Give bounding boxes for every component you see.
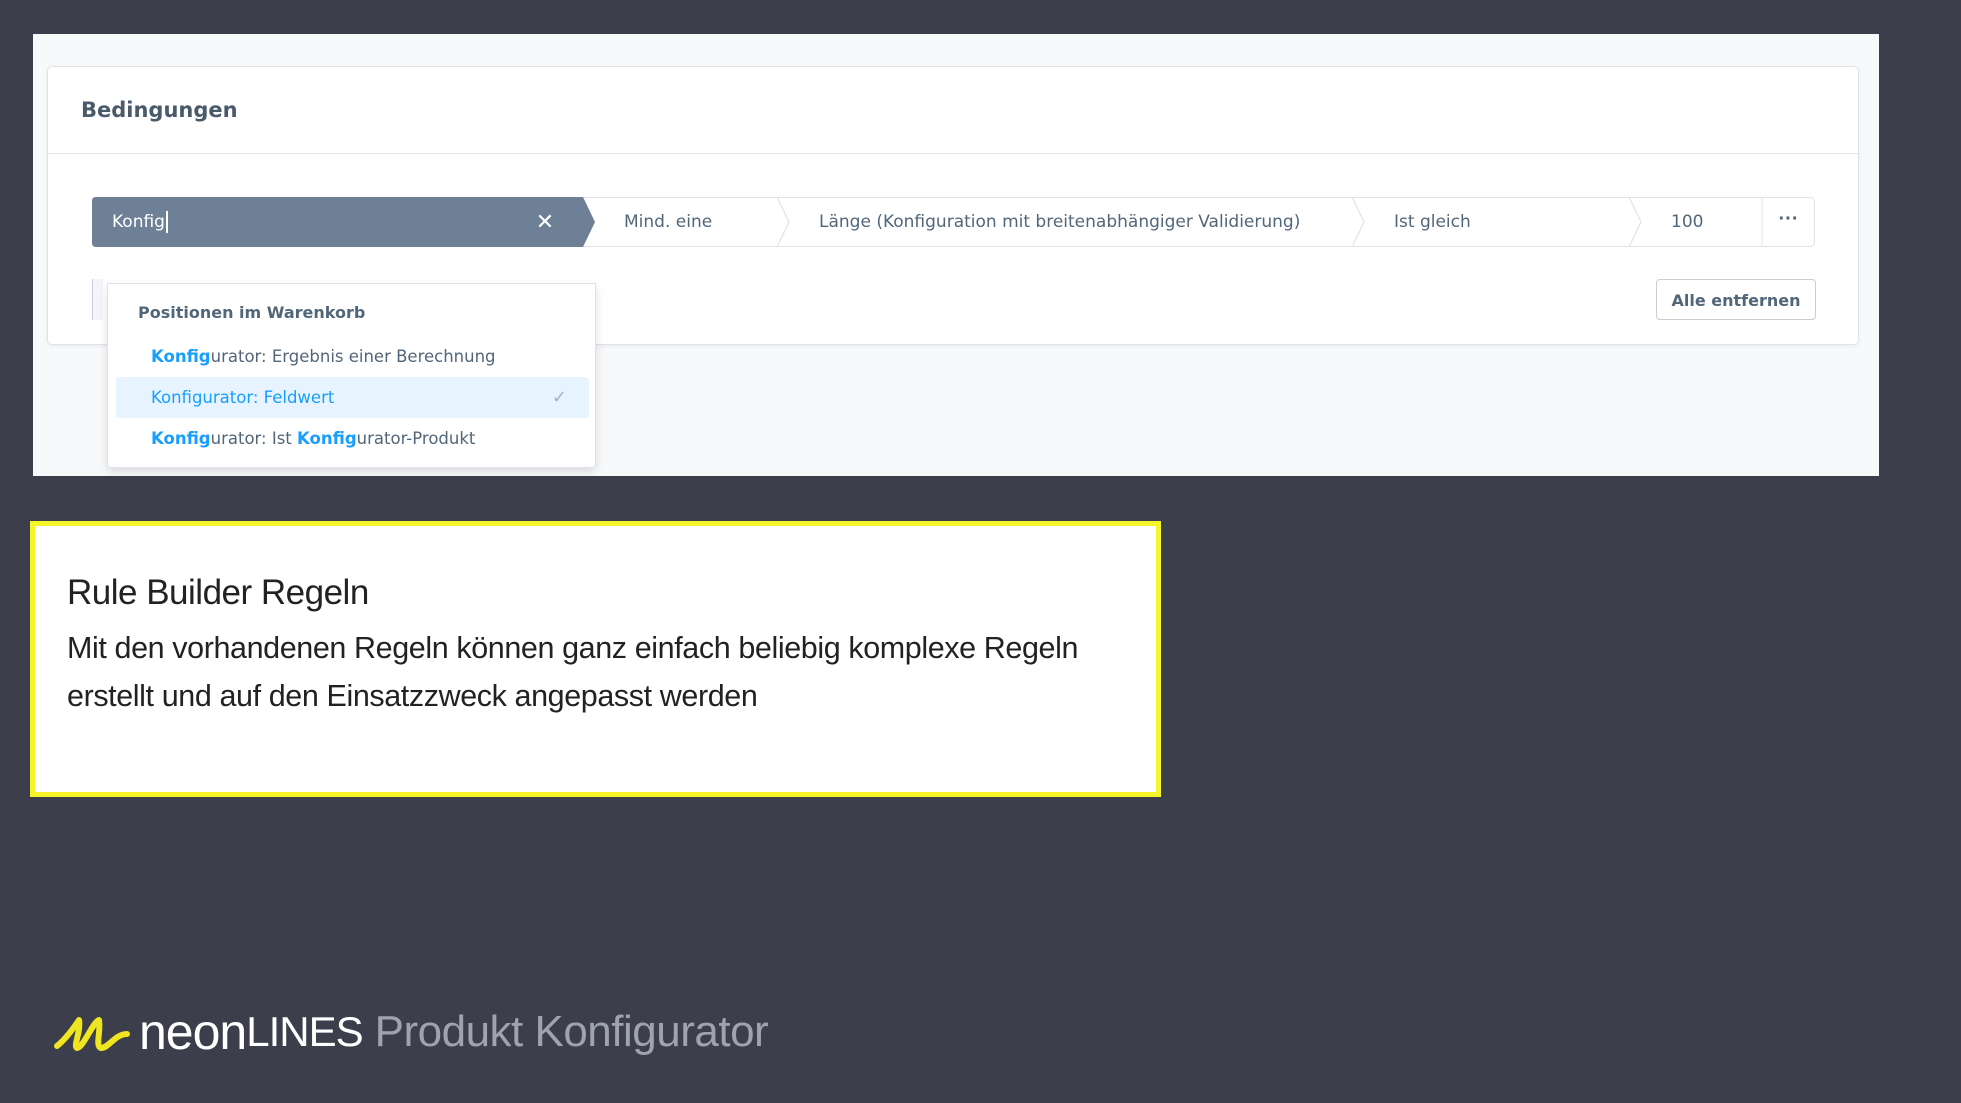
dropdown-option[interactable]: Konfigurator: Ergebnis einer Berechnung [116,336,589,377]
neonlines-logo-icon [54,1017,130,1051]
brand-lines: LINES [246,1008,363,1055]
value-input[interactable]: 100 [1671,197,1703,247]
option-label: urator: Ergebnis einer Berechnung [210,347,496,366]
checkmark-icon: ✓ [551,387,567,408]
match-highlight: Konfig [297,429,357,448]
app-screenshot: Bedingungen Konfig ✕ Mind. eine Länge (K… [33,34,1879,476]
more-icon[interactable]: ··· [1762,197,1815,247]
callout-body: Mit den vorhandenen Regeln können ganz e… [67,631,1079,713]
condition-search-input[interactable]: Konfig [112,197,168,247]
option-label: urator: Ist [210,429,298,448]
dropdown-option-selected[interactable]: Konfigurator: Feldwert ✓ [116,377,589,418]
footer-branding: neon LINES Produkt Konfigurator [53,1002,769,1062]
close-icon[interactable]: ✕ [532,209,558,235]
text-caret [165,211,168,233]
match-highlight: Konfig [151,347,211,366]
product-name: Produkt Konfigurator [374,1007,769,1056]
match-highlight: Konfig [151,429,211,448]
dropdown-option[interactable]: Konfigurator: Ist Konfigurator-Produkt [116,418,589,459]
dropdown-group-label: Positionen im Warenkorb [138,303,366,322]
callout-title: Rule Builder Regeln [67,573,369,612]
search-input-value: Konfig [112,212,165,232]
option-label: Konfigurator: Feldwert [151,388,335,407]
match-type-select[interactable]: Mind. eine [624,197,712,247]
remove-all-button[interactable]: Alle entfernen [1656,279,1816,320]
add-condition-button-edge[interactable] [92,279,103,320]
brand-neon: neon [139,1004,247,1060]
card-title: Bedingungen [48,67,1858,154]
field-select[interactable]: Länge (Konfiguration mit breitenabhängig… [819,197,1300,247]
operator-select[interactable]: Ist gleich [1394,197,1471,247]
condition-type-dropdown: Positionen im Warenkorb Konfigurator: Er… [107,283,596,468]
condition-rule-row: Konfig ✕ Mind. eine Länge (Konfiguration… [92,197,1815,247]
conditions-card: Bedingungen Konfig ✕ Mind. eine Länge (K… [47,66,1859,468]
option-label: urator-Produkt [356,429,476,448]
info-callout: Rule Builder Regeln Mit den vorhandenen … [30,521,1161,797]
